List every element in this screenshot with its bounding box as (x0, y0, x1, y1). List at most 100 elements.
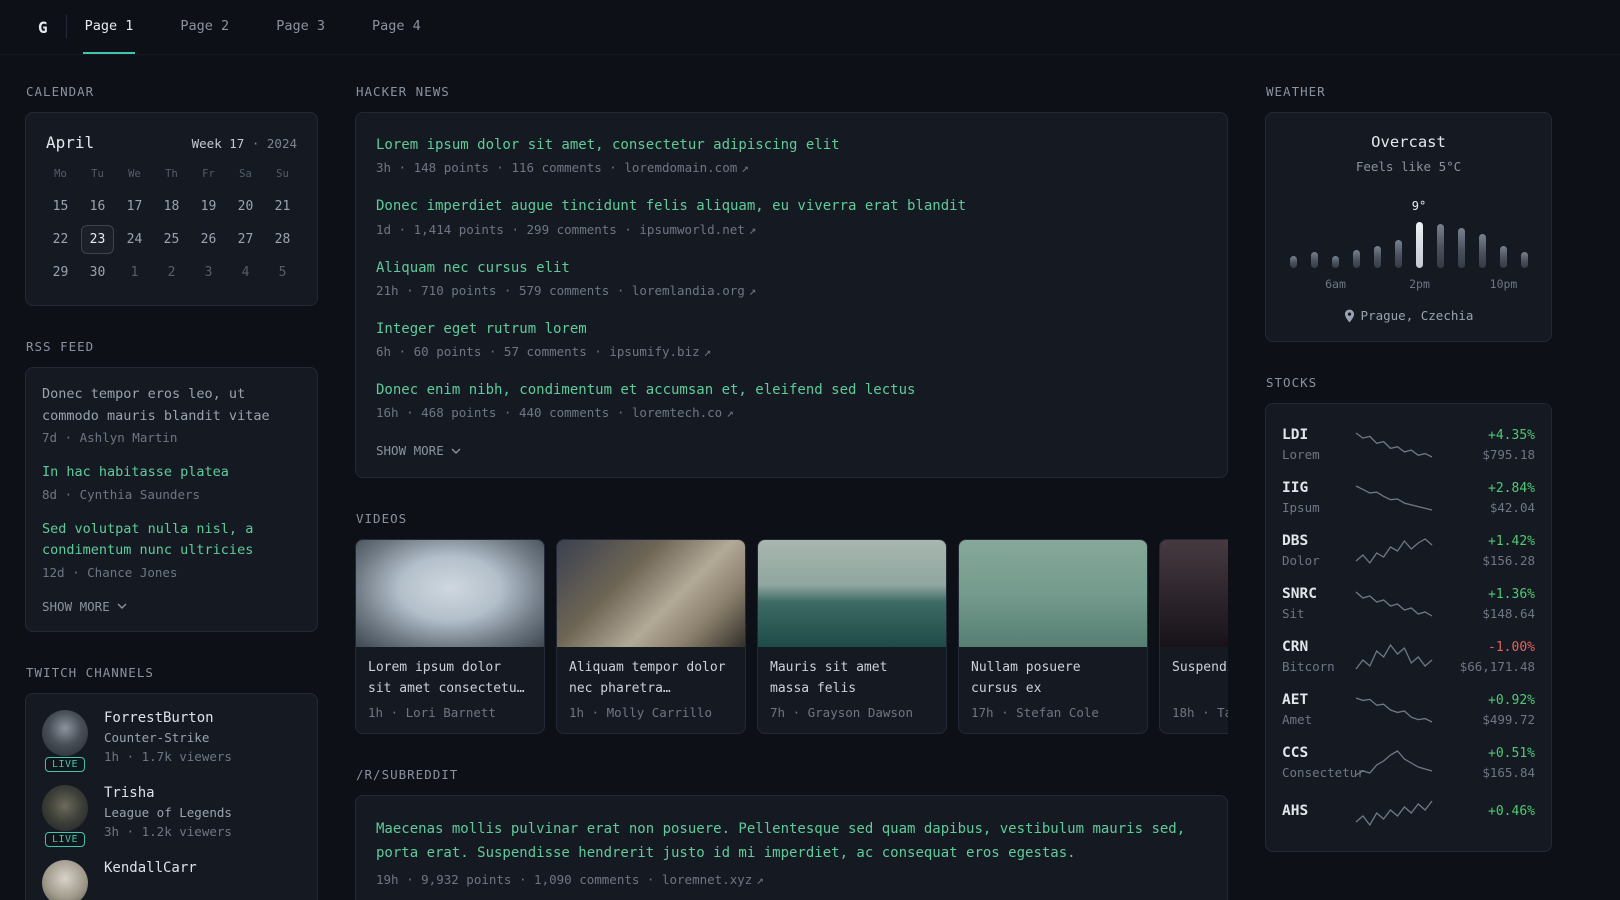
hn-item-title-link[interactable]: Aliquam nec cursus elit (376, 258, 1207, 278)
live-badge: LIVE (44, 756, 86, 772)
stock-values: +1.42% $156.28 (1443, 534, 1535, 568)
tab-page-1[interactable]: Page 1 (82, 0, 136, 54)
hn-show-more-button[interactable]: SHOW MORE (376, 443, 461, 458)
stock-row[interactable]: CRN Bitcorn -1.00% $66,171.48 (1282, 630, 1535, 683)
hn-item-title-link[interactable]: Donec imperdiet augue tincidunt felis al… (376, 196, 1207, 216)
stock-price: $165.84 (1482, 764, 1535, 780)
hn-item-title-link[interactable]: Lorem ipsum dolor sit amet, consectetur … (376, 135, 1207, 155)
stock-row[interactable]: AET Amet +0.92% $499.72 (1282, 683, 1535, 736)
stock-symbol: CRN (1282, 639, 1309, 655)
video-thumbnail[interactable] (1160, 540, 1228, 648)
hn-domain-link[interactable]: loremtech.co ↗ (632, 405, 734, 420)
stock-sparkline (1355, 643, 1433, 669)
stock-price: $42.04 (1489, 499, 1535, 515)
twitch-channel-info: KendallCarr (104, 860, 197, 900)
video-thumbnail[interactable] (356, 540, 544, 648)
rss-item-title-link[interactable]: Donec tempor eros leo, ut commodo mauris… (42, 384, 301, 427)
calendar-weekday: Fr (202, 168, 215, 180)
rss-item-meta: 8d · Cynthia Saunders (42, 486, 201, 502)
subreddit-domain-text: loremnet.xyz (661, 871, 753, 887)
hn-show-more-label: SHOW MORE (376, 443, 444, 459)
external-link-icon: ↗ (756, 871, 764, 887)
stock-sparkline (1355, 431, 1433, 458)
hn-item-title-link[interactable]: Integer eget rutrum lorem (376, 319, 1207, 339)
tab-page-3[interactable]: Page 3 (274, 0, 327, 54)
stock-row[interactable]: AHS +0.46% (1282, 789, 1535, 837)
video-title-link[interactable]: Mauris sit amet massa felis (770, 658, 934, 698)
weather-bar (1436, 224, 1444, 268)
rss-item-meta: 7d · Ashlyn Martin (42, 430, 178, 446)
video-card[interactable]: Mauris sit amet massa felis 7h · Grayson… (757, 539, 947, 735)
stock-row[interactable]: IIG Ipsum +2.84% $42.04 (1282, 471, 1535, 524)
stock-symbol: CCS (1282, 745, 1309, 761)
video-card[interactable]: Lorem ipsum dolor sit amet consectetu… 1… (355, 539, 545, 735)
video-card-body: Aliquam tempor dolor nec pharetra… 1h · … (557, 647, 745, 733)
twitch-channel-name-link[interactable]: KendallCarr (104, 860, 197, 876)
stock-values: +0.92% $499.72 (1443, 693, 1535, 727)
stock-change: +4.35% (1488, 427, 1535, 443)
hn-domain-link[interactable]: ipsumify.biz ↗ (609, 344, 711, 359)
subreddit-post-title-link[interactable]: Maecenas mollis pulvinar erat non posuer… (376, 818, 1207, 864)
stock-row[interactable]: CCS Consectetur +0.51% $165.84 (1282, 736, 1535, 789)
stock-info: SNRC Sit (1282, 586, 1345, 621)
rss-show-more-button[interactable]: SHOW MORE (42, 599, 127, 614)
subreddit-domain-link[interactable]: loremnet.xyz ↗ (662, 872, 764, 887)
hn-item-title-link[interactable]: Donec enim nibh, condimentum et accumsan… (376, 380, 1207, 400)
video-card-body: Lorem ipsum dolor sit amet consectetu… 1… (356, 647, 544, 733)
hn-domain-link[interactable]: ipsumworld.net ↗ (639, 222, 756, 237)
stock-info: CCS Consectetur (1282, 745, 1365, 780)
video-card[interactable]: Aliquam tempor dolor nec pharetra… 1h · … (556, 539, 746, 735)
twitch-channel-game: Counter-Strike (104, 729, 210, 745)
stock-price: $499.72 (1482, 711, 1535, 727)
weather-location-text: Prague, Czechia (1360, 308, 1474, 323)
hn-item-meta: 6h · 60 points · 57 comments · ipsumify.… (376, 344, 1207, 359)
stock-name: Bitcorn (1282, 659, 1335, 674)
stock-row[interactable]: DBS Dolor +1.42% $156.28 (1282, 524, 1535, 577)
rss-item-title-link[interactable]: In hac habitasse platea (42, 462, 301, 484)
hn-item: Donec imperdiet augue tincidunt felis al… (376, 196, 1207, 236)
twitch-channel-row[interactable]: LIVE ForrestBurton Counter-Strike 1h · 1… (42, 709, 301, 772)
stock-row[interactable]: LDI Lorem +4.35% $795.18 (1282, 418, 1535, 471)
twitch-channel-name-link[interactable]: Trisha (104, 785, 232, 801)
twitch-channel-row[interactable]: LIVE Trisha League of Legends 3h · 1.2k … (42, 784, 301, 847)
hn-domain-link[interactable]: loremlandia.org ↗ (632, 283, 756, 298)
weather-bar (1394, 240, 1402, 268)
hn-domain-link[interactable]: loremdomain.com ↗ (624, 160, 748, 175)
calendar-weekday: Su (276, 168, 289, 180)
calendar-day: 30 (89, 265, 106, 280)
video-card[interactable]: Suspendisse diam 18h · Tara (1159, 539, 1228, 735)
tab-page-4[interactable]: Page 4 (370, 0, 423, 54)
live-badge: LIVE (44, 831, 86, 847)
calendar-day: 17 (126, 199, 143, 214)
twitch-channel-row[interactable]: KendallCarr (42, 859, 301, 900)
tab-page-2[interactable]: Page 2 (178, 0, 231, 54)
video-title-link[interactable]: Lorem ipsum dolor sit amet consectetu… (368, 658, 532, 698)
calendar-weekday-row: Mo Tu We Th Fr Sa Su (42, 168, 301, 190)
twitch-section-title: TWITCH CHANNELS (26, 664, 154, 680)
stock-symbol: AET (1282, 692, 1309, 708)
weather-bar-slot (1436, 224, 1444, 268)
hackernews-section-title: HACKER NEWS (356, 84, 450, 99)
top-bar: G Page 1 Page 2 Page 3 Page 4 (0, 0, 1620, 55)
video-thumbnail[interactable] (557, 540, 745, 648)
rss-item-title-link[interactable]: Sed volutpat nulla nisl, a condimentum n… (42, 519, 301, 562)
videos-row: Lorem ipsum dolor sit amet consectetu… 1… (355, 539, 1228, 735)
video-card[interactable]: Nullam posuere cursus ex 17h · Stefan Co… (958, 539, 1148, 735)
weather-bar-slot: 9° (1412, 199, 1426, 268)
twitch-channel-name-link[interactable]: ForrestBurton (104, 710, 232, 726)
video-title-link[interactable]: Suspendisse diam (1172, 658, 1228, 698)
video-title-link[interactable]: Aliquam tempor dolor nec pharetra… (569, 658, 733, 698)
stock-values: +0.51% $165.84 (1443, 746, 1535, 780)
video-title-link[interactable]: Nullam posuere cursus ex (971, 658, 1135, 698)
calendar-year: · 2024 (251, 136, 297, 151)
stock-price: $795.18 (1482, 446, 1535, 462)
twitch-channel-info: Trisha League of Legends 3h · 1.2k viewe… (104, 785, 232, 839)
calendar-day: 5 (278, 265, 287, 280)
video-thumbnail[interactable] (758, 540, 946, 648)
subreddit-section-title: /R/SUBREDDIT (356, 767, 459, 783)
video-thumbnail[interactable] (959, 540, 1147, 648)
weather-bar-slot (1499, 246, 1507, 268)
hn-meta-text: 21h · 710 points · 579 comments · (376, 282, 625, 298)
stock-row[interactable]: SNRC Sit +1.36% $148.64 (1282, 577, 1535, 630)
stock-change: +0.46% (1488, 803, 1535, 819)
